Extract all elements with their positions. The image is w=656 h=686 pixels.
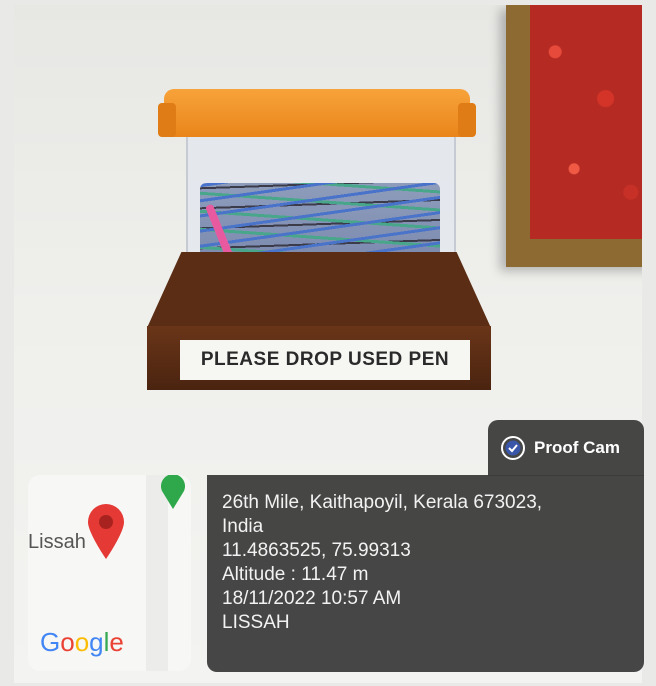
wall-painting [506, 5, 642, 267]
coordinates: 11.4863525, 75.99313 [222, 540, 411, 561]
google-logo: Google [40, 627, 124, 657]
drop-pen-sign: PLEASE DROP USED PEN [180, 340, 470, 380]
place-name: LISSAH [222, 612, 290, 633]
badge-label: Proof Cam [534, 438, 620, 457]
map-place-label: Lissah [28, 531, 86, 553]
datetime: 18/11/2022 10:57 AM [222, 588, 402, 609]
green-pin-icon [161, 475, 185, 509]
location-pin-icon [88, 504, 124, 559]
address-line-2: India [222, 516, 264, 537]
orange-lid [158, 89, 476, 137]
proof-cam-badge: Proof Cam [488, 420, 644, 476]
check-circle-icon [501, 436, 525, 460]
address-line-1: 26th Mile, Kaithapoyil, Kerala 673023, [222, 492, 543, 513]
geo-info-panel: 26th Mile, Kaithapoyil, Kerala 673023, I… [207, 475, 644, 672]
map-thumbnail[interactable]: Lissah Google [28, 475, 191, 671]
altitude: Altitude : 11.47 m [222, 564, 369, 585]
